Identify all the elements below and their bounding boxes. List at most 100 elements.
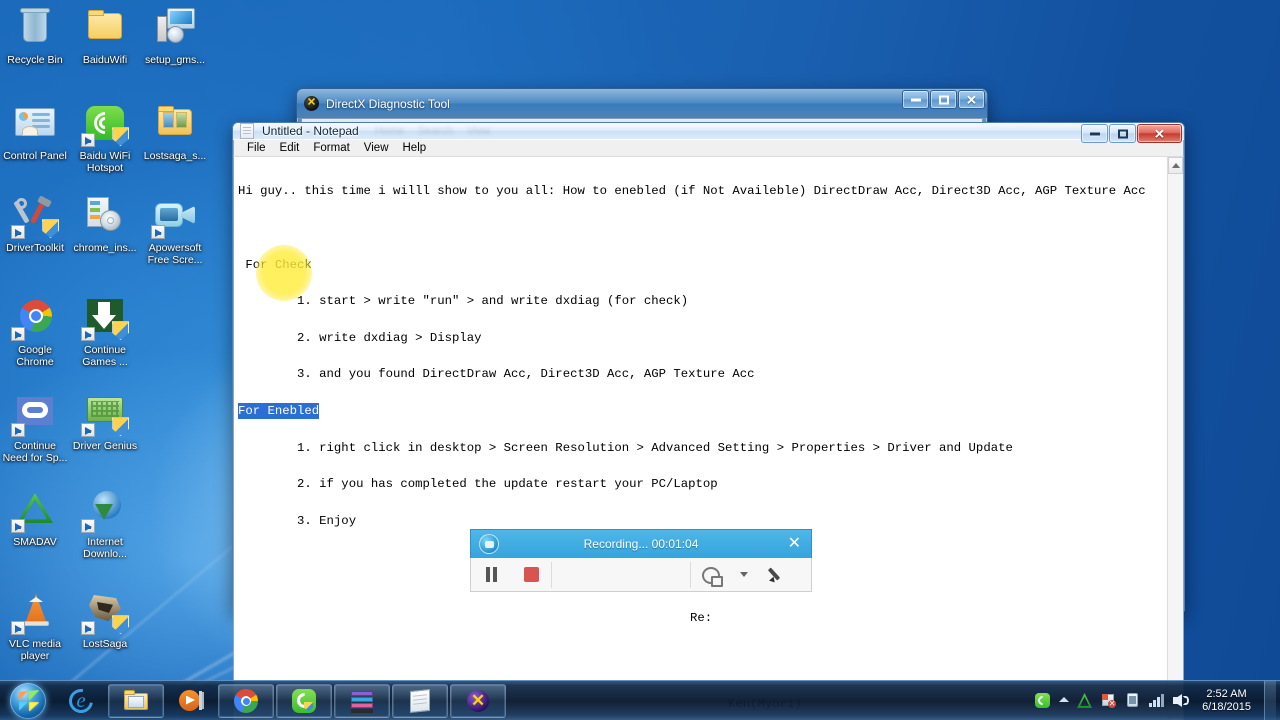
notepad-menubar: File Edit Format View Help [233, 140, 1184, 157]
recycle-bin-icon [11, 8, 59, 52]
desktop-icon-setup-gms[interactable]: setup_gms... [140, 8, 210, 67]
taskbar-item-winrar[interactable] [334, 683, 390, 718]
notepad-titlebar[interactable]: Untitled - Notepad Home Search View ✕ [233, 123, 1184, 143]
taskbar-item-directx-diagnostic-tool[interactable]: ✕ [450, 683, 506, 718]
show-desktop-button[interactable] [1264, 680, 1276, 720]
desktop-icon-internet-download-manager[interactable]: Internet Downlo... [70, 490, 140, 560]
desktop-icon-vlc-media-player[interactable]: VLC media player [0, 592, 70, 662]
baidu-wifi-tray-icon[interactable] [1034, 692, 1051, 709]
ghost-tab-label: Search [418, 125, 453, 137]
action-center-flag-icon[interactable]: ✕ [1100, 692, 1117, 709]
baidu-wifi-icon [290, 687, 318, 715]
taskbar-item-windows-explorer[interactable] [108, 683, 164, 718]
desktop-icon-lostsaga[interactable]: LostSaga [70, 592, 140, 651]
start-button[interactable] [2, 682, 54, 720]
directx-minimize-button[interactable] [902, 90, 929, 109]
winrar-icon [348, 687, 376, 715]
desktop-icon-control-panel[interactable]: Control Panel [0, 104, 70, 163]
menu-item-format[interactable]: Format [306, 140, 356, 156]
menu-item-view[interactable]: View [357, 140, 396, 156]
desktop-icon-smadav[interactable]: SMADAV [0, 490, 70, 549]
ie-icon: e [64, 683, 98, 718]
desktop-icon-lostsaga-folder[interactable]: Lostsaga_s... [140, 104, 210, 163]
background-window-tabs: Home Search View [375, 125, 491, 137]
recording-toolbar-header: Recording... 00:01:04 ✕ [470, 529, 812, 558]
desktop-icon-driver-genius[interactable]: Driver Genius [70, 394, 140, 453]
folder-explorer-icon [122, 687, 150, 715]
taskbar-item-notepad[interactable] [392, 683, 448, 718]
notepad-icon [406, 687, 434, 715]
pause-icon [485, 567, 497, 582]
taskbar-item-internet-explorer[interactable]: e [56, 683, 106, 718]
text-line: Hi guy.. this time i willl show to you a… [238, 184, 1146, 199]
stop-button[interactable] [511, 567, 551, 582]
ghost-tab-label: Home [374, 125, 405, 137]
text-line: 2. if you has completed the update resta… [238, 477, 718, 492]
setup-installer-icon [151, 8, 199, 52]
desktop-icon-recycle-bin[interactable]: Recycle Bin [0, 8, 70, 67]
desktop-icon-label: LostSaga [82, 638, 128, 650]
desktop-icon-label: Control Panel [3, 150, 67, 162]
taskbar-item-baidu-wifi[interactable] [276, 683, 332, 718]
notepad-document-text[interactable]: Hi guy.. this time i willl show to you a… [234, 157, 1167, 720]
desktop-icon-apowersoft[interactable]: Apowersoft Free Scre... [140, 196, 210, 266]
folder-icon [151, 104, 199, 148]
notepad-minimize-button[interactable] [1081, 124, 1108, 143]
idm-icon [81, 490, 129, 534]
desktop-icon-chrome-installer[interactable]: chrome_ins... [70, 196, 140, 255]
loop-arrow-icon [11, 394, 59, 438]
recording-close-button[interactable]: ✕ [788, 536, 801, 552]
directx-maximize-button[interactable] [930, 90, 957, 109]
desktop-icon-label: Baidu WiFi Hotspot [79, 150, 131, 174]
notepad-vertical-scrollbar[interactable] [1167, 157, 1184, 720]
webcam-button[interactable] [691, 566, 731, 587]
signature-label: Re: [690, 611, 713, 626]
media-player-icon [177, 687, 205, 715]
recording-status-text: Recording... 00:01:04 [583, 537, 699, 551]
menu-item-edit[interactable]: Edit [273, 140, 307, 156]
desktop-icon-baidu-wifi-hotspot[interactable]: Baidu WiFi Hotspot [70, 104, 140, 174]
directx-close-button[interactable]: ✕ [958, 90, 985, 109]
notepad-text-area[interactable]: Hi guy.. this time i willl show to you a… [233, 157, 1184, 720]
desktop-icon-baiduwifi-folder[interactable]: BaiduWifi [70, 8, 140, 67]
selected-text-line: For Enebled [238, 402, 1167, 419]
system-tray: ✕ 2:52 AM 6/18/2015 [1034, 680, 1280, 720]
desktop-icon-label: VLC media player [9, 638, 61, 662]
menu-item-help[interactable]: Help [396, 140, 434, 156]
taskbar: e ✕ ✕ 2:52 AM 6/18/2015 [0, 680, 1280, 720]
pause-button[interactable] [471, 567, 511, 582]
ghost-tab-label: View [466, 125, 491, 137]
desktop-icon-continue-need-for-speed[interactable]: Continue Need for Sp... [0, 394, 70, 464]
desktop-icon-google-chrome[interactable]: Google Chrome [0, 298, 70, 368]
desktop-icon-drivertoolkit[interactable]: DriverToolkit [0, 195, 70, 255]
recording-toolbar[interactable]: Recording... 00:01:04 ✕ [470, 529, 812, 592]
vlc-cone-icon [11, 592, 59, 636]
text-line: For Check [238, 257, 312, 272]
smadav-tray-icon[interactable] [1076, 692, 1093, 709]
notepad-close-button[interactable]: ✕ [1137, 124, 1182, 143]
text-line: 3. and you found DirectDraw Acc, Direct3… [238, 367, 755, 382]
network-bars-icon[interactable] [1148, 692, 1165, 709]
speaker-icon[interactable] [1172, 692, 1190, 709]
removable-media-icon[interactable] [1124, 692, 1141, 709]
taskbar-item-windows-media-player[interactable] [166, 684, 216, 718]
webcam-dropdown[interactable] [731, 572, 757, 577]
taskbar-item-google-chrome[interactable] [218, 683, 274, 718]
show-hidden-icons-button[interactable] [1058, 692, 1070, 709]
taskbar-clock[interactable]: 2:52 AM 6/18/2015 [1202, 688, 1251, 714]
notepad-maximize-button[interactable] [1109, 124, 1136, 143]
text-line: 1. start > write "run" > and write dxdia… [238, 294, 689, 309]
desktop-icon-label: SMADAV [13, 536, 57, 548]
directx-titlebar[interactable]: DirectX Diagnostic Tool ✕ [297, 89, 987, 118]
text-line: 3. Enjoy [238, 513, 357, 528]
scroll-up-button[interactable] [1168, 157, 1183, 174]
clock-date: 6/18/2015 [1202, 700, 1251, 713]
caret-down-icon [740, 572, 748, 577]
control-panel-icon [11, 104, 59, 148]
desktop-icon-label: chrome_ins... [73, 242, 137, 254]
menu-item-file[interactable]: File [240, 140, 273, 156]
recording-toolbar-body [470, 558, 812, 592]
annotate-button[interactable] [757, 566, 797, 583]
desktop-icon-continue-games[interactable]: Continue Games ... [70, 298, 140, 368]
notepad-window-title: Untitled - Notepad [262, 124, 359, 138]
